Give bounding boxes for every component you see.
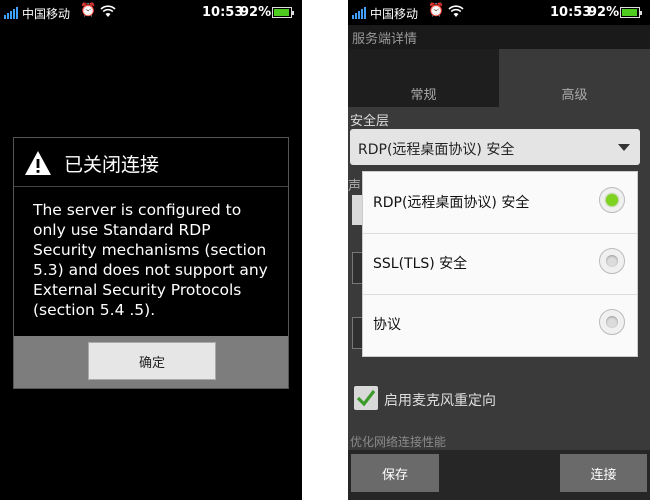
connection-closed-dialog: 已关闭连接 The server is configured to only u… <box>13 137 289 389</box>
security-layer-label: 安全层 <box>350 114 390 129</box>
wifi-icon <box>448 4 464 21</box>
mic-redirect-label: 启用麦克风重定向 <box>384 393 496 409</box>
radio-unselected-icon[interactable] <box>599 248 625 274</box>
carrier-name: 中国移动 <box>370 7 419 21</box>
security-layer-value: RDP(远程桌面协议) 安全 <box>358 142 515 158</box>
tab-advanced[interactable]: 高级 <box>499 49 650 107</box>
carrier-name: 中国移动 <box>22 7 71 21</box>
partial-section-label: 声 <box>348 179 362 194</box>
connect-button[interactable]: 连接 <box>560 454 647 492</box>
dialog-title: 已关闭连接 <box>64 154 160 176</box>
security-layer-options-popup: RDP(远程桌面协议) 安全 SSL(TLS) 安全 协议 <box>362 171 638 357</box>
clock-time: 10:53 <box>550 5 592 20</box>
hidden-field-edge <box>352 195 362 225</box>
warning-icon <box>24 150 52 176</box>
option-rdp-security[interactable]: RDP(远程桌面协议) 安全 <box>363 172 637 234</box>
page-title: 服务端详情 <box>352 32 418 47</box>
dialog-message: The server is configured to only use Sta… <box>33 201 268 319</box>
signal-icon <box>352 7 368 19</box>
security-layer-select[interactable]: RDP(远程桌面协议) 安全 <box>350 129 640 165</box>
page-header: 服务端详情 <box>348 25 650 49</box>
option-label: SSL(TLS) 安全 <box>373 256 468 272</box>
left-phone-screen: 中国移动 ⏰ 10:53 92% 已关闭连接 The server is con… <box>0 0 302 500</box>
signal-icon <box>4 7 20 19</box>
battery-icon <box>620 7 642 18</box>
radio-unselected-icon[interactable] <box>599 309 625 335</box>
tab-bar: 常规 高级 <box>348 49 650 107</box>
alarm-icon: ⏰ <box>80 3 97 18</box>
bottom-action-bar: 保存 连接 <box>348 450 650 500</box>
tab-label: 常规 <box>410 88 437 103</box>
tab-label: 高级 <box>561 88 588 103</box>
wifi-icon <box>100 4 116 21</box>
battery-icon <box>272 7 294 18</box>
tab-general[interactable]: 常规 <box>348 49 499 107</box>
status-bar: 中国移动 ⏰ 10:53 92% <box>348 0 650 25</box>
mic-redirect-checkbox[interactable] <box>354 386 378 410</box>
option-ssl-security[interactable]: SSL(TLS) 安全 <box>363 233 637 295</box>
alarm-icon: ⏰ <box>428 3 445 18</box>
dialog-header: 已关闭连接 <box>24 148 274 178</box>
dropdown-arrow-icon <box>618 144 630 151</box>
dialog-divider <box>14 186 288 187</box>
clock-time: 10:53 <box>202 5 244 20</box>
radio-selected-icon[interactable] <box>599 187 625 213</box>
dialog-footer: 确定 <box>14 336 288 388</box>
option-label: 协议 <box>373 317 401 333</box>
ok-button[interactable]: 确定 <box>88 342 216 380</box>
optimize-network-label: 优化网络连接性能 <box>350 435 447 449</box>
battery-percent: 92% <box>240 5 272 20</box>
status-bar: 中国移动 ⏰ 10:53 92% <box>0 0 302 25</box>
option-label: RDP(远程桌面协议) 安全 <box>373 195 530 211</box>
battery-percent: 92% <box>588 5 620 20</box>
option-protocol[interactable]: 协议 <box>363 294 637 355</box>
save-button[interactable]: 保存 <box>351 454 439 492</box>
checkmark-icon <box>356 390 376 407</box>
